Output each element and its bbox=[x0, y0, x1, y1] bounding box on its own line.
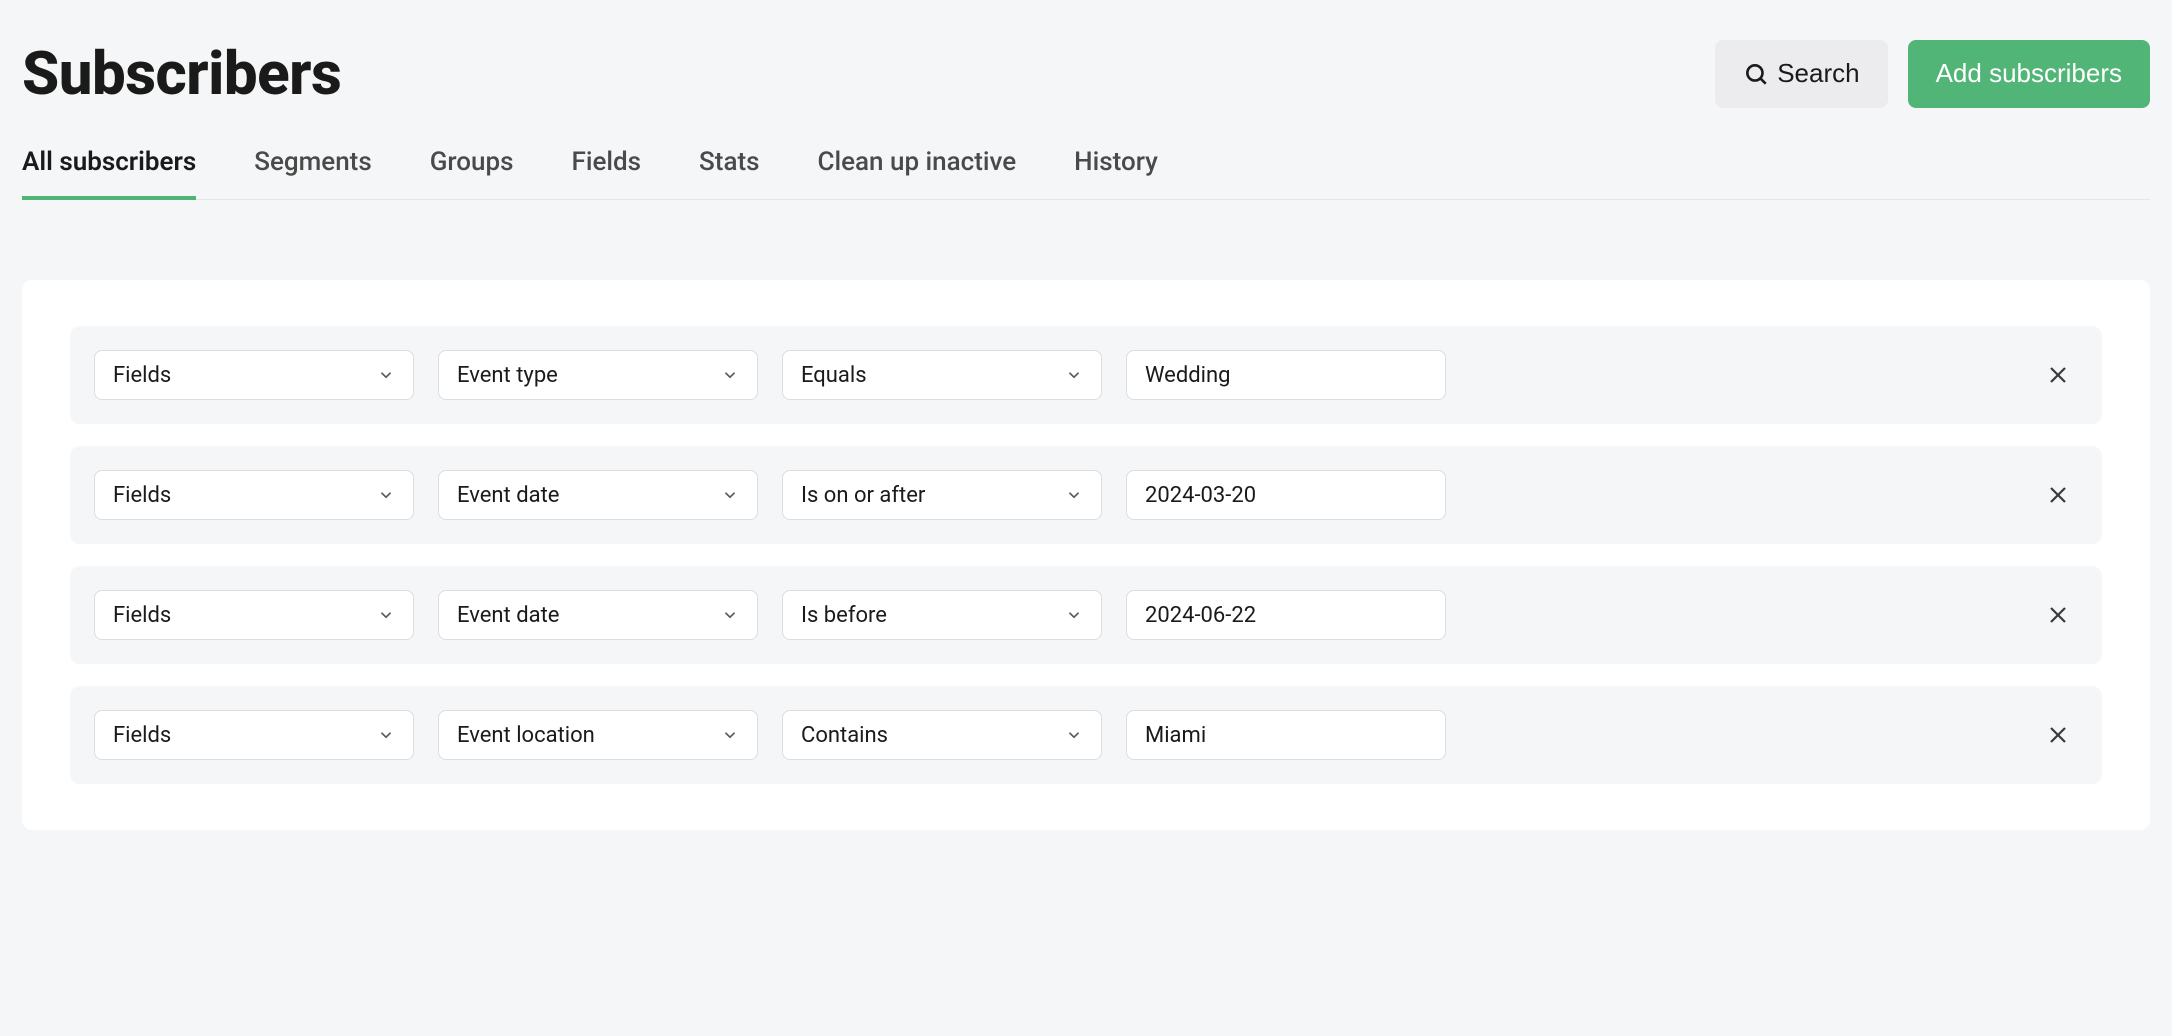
filter-field-select[interactable]: Event date bbox=[438, 590, 758, 640]
tab-label: History bbox=[1074, 147, 1158, 177]
close-icon bbox=[2046, 363, 2070, 387]
close-icon bbox=[2046, 603, 2070, 627]
chevron-down-icon bbox=[1065, 486, 1083, 504]
filter-value-input[interactable]: Wedding bbox=[1126, 350, 1446, 400]
tab-label: Stats bbox=[699, 147, 759, 177]
filter-category-select[interactable]: Fields bbox=[94, 590, 414, 640]
filter-value-input[interactable]: Miami bbox=[1126, 710, 1446, 760]
tab-groups[interactable]: Groups bbox=[430, 147, 514, 199]
filter-field-select[interactable]: Event location bbox=[438, 710, 758, 760]
search-button-label: Search bbox=[1777, 58, 1859, 89]
select-value: Fields bbox=[113, 483, 171, 508]
chevron-down-icon bbox=[721, 366, 739, 384]
tab-label: Groups bbox=[430, 147, 514, 177]
chevron-down-icon bbox=[377, 606, 395, 624]
tab-label: Segments bbox=[254, 147, 372, 177]
remove-filter-button[interactable] bbox=[2038, 595, 2078, 635]
close-icon bbox=[2046, 483, 2070, 507]
tab-stats[interactable]: Stats bbox=[699, 147, 759, 199]
filter-operator-select[interactable]: Equals bbox=[782, 350, 1102, 400]
tab-all-subscribers[interactable]: All subscribers bbox=[22, 147, 196, 199]
select-value: Fields bbox=[113, 603, 171, 628]
tab-label: All subscribers bbox=[22, 147, 196, 177]
select-value: Event date bbox=[457, 483, 559, 508]
select-value: Contains bbox=[801, 723, 888, 748]
chevron-down-icon bbox=[721, 486, 739, 504]
tab-segments[interactable]: Segments bbox=[254, 147, 372, 199]
chevron-down-icon bbox=[721, 606, 739, 624]
chevron-down-icon bbox=[1065, 366, 1083, 384]
remove-filter-button[interactable] bbox=[2038, 355, 2078, 395]
tab-label: Clean up inactive bbox=[818, 147, 1017, 177]
select-value: Is before bbox=[801, 603, 887, 628]
filter-field-select[interactable]: Event date bbox=[438, 470, 758, 520]
search-button[interactable]: Search bbox=[1715, 40, 1887, 108]
tab-fields[interactable]: Fields bbox=[572, 147, 642, 199]
close-icon bbox=[2046, 723, 2070, 747]
tab-cleanup-inactive[interactable]: Clean up inactive bbox=[818, 147, 1017, 199]
filter-category-select[interactable]: Fields bbox=[94, 350, 414, 400]
filter-value-input[interactable]: 2024-03-20 bbox=[1126, 470, 1446, 520]
select-value: Equals bbox=[801, 363, 867, 388]
input-value: 2024-06-22 bbox=[1145, 603, 1256, 628]
filter-category-select[interactable]: Fields bbox=[94, 710, 414, 760]
filter-row: Fields Event date Is before 2024-06-22 bbox=[70, 566, 2102, 664]
header-actions: Search Add subscribers bbox=[1715, 40, 2150, 108]
filter-operator-select[interactable]: Contains bbox=[782, 710, 1102, 760]
select-value: Fields bbox=[113, 723, 171, 748]
chevron-down-icon bbox=[377, 486, 395, 504]
select-value: Event location bbox=[457, 723, 595, 748]
filter-category-select[interactable]: Fields bbox=[94, 470, 414, 520]
remove-filter-button[interactable] bbox=[2038, 715, 2078, 755]
select-value: Event type bbox=[457, 363, 558, 388]
filter-row: Fields Event date Is on or after 2024-03… bbox=[70, 446, 2102, 544]
chevron-down-icon bbox=[1065, 726, 1083, 744]
add-subscribers-label: Add subscribers bbox=[1936, 58, 2122, 89]
chevron-down-icon bbox=[1065, 606, 1083, 624]
input-value: 2024-03-20 bbox=[1145, 483, 1256, 508]
tab-history[interactable]: History bbox=[1074, 147, 1158, 199]
page-header: Subscribers Search Add subscribers bbox=[22, 0, 2150, 119]
select-value: Is on or after bbox=[801, 483, 925, 508]
filter-operator-select[interactable]: Is before bbox=[782, 590, 1102, 640]
input-value: Miami bbox=[1145, 723, 1206, 748]
tabs-nav: All subscribers Segments Groups Fields S… bbox=[22, 147, 2150, 200]
filter-row: Fields Event type Equals Wedding bbox=[70, 326, 2102, 424]
filter-value-input[interactable]: 2024-06-22 bbox=[1126, 590, 1446, 640]
chevron-down-icon bbox=[377, 366, 395, 384]
select-value: Fields bbox=[113, 363, 171, 388]
input-value: Wedding bbox=[1145, 363, 1231, 388]
page-title: Subscribers bbox=[22, 38, 341, 109]
tab-label: Fields bbox=[572, 147, 642, 177]
chevron-down-icon bbox=[721, 726, 739, 744]
search-icon bbox=[1743, 61, 1769, 87]
filter-row: Fields Event location Contains Miami bbox=[70, 686, 2102, 784]
select-value: Event date bbox=[457, 603, 559, 628]
remove-filter-button[interactable] bbox=[2038, 475, 2078, 515]
chevron-down-icon bbox=[377, 726, 395, 744]
filter-panel: Fields Event type Equals Wedding Fields bbox=[22, 280, 2150, 830]
filter-operator-select[interactable]: Is on or after bbox=[782, 470, 1102, 520]
filter-field-select[interactable]: Event type bbox=[438, 350, 758, 400]
add-subscribers-button[interactable]: Add subscribers bbox=[1908, 40, 2150, 108]
